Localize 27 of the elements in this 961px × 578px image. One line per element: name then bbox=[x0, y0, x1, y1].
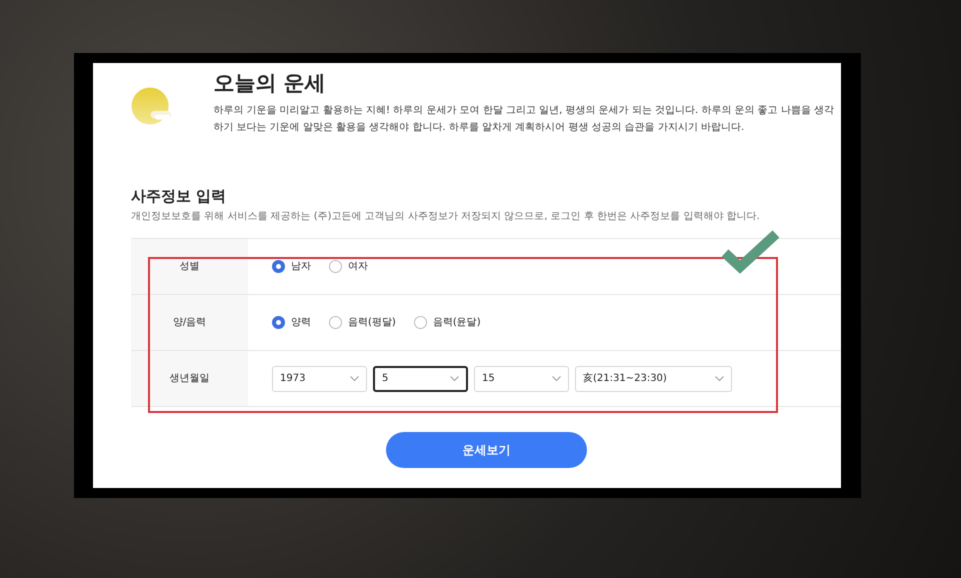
submit-button[interactable]: 운세보기 bbox=[386, 432, 587, 468]
radio-button[interactable] bbox=[272, 316, 285, 329]
section-title: 사주정보 입력 bbox=[131, 187, 228, 205]
field-label: 생년월일 bbox=[131, 351, 248, 406]
radio-button[interactable] bbox=[329, 260, 342, 273]
radio-label[interactable]: 양력 bbox=[291, 315, 311, 330]
checkmark-icon bbox=[722, 229, 780, 275]
chevron-down-icon bbox=[350, 376, 359, 381]
field-label: 양/음력 bbox=[131, 295, 248, 350]
dropdown[interactable]: 15 bbox=[474, 366, 569, 392]
chevron-down-icon bbox=[450, 376, 459, 381]
intro-text: 하루의 기운을 미리알고 활용하는 지혜! 하루의 운세가 모여 한달 그리고 일년, 평생의 운세가 되는 것입니다. 하루의 운의 좋고 나쁨을 생각하기 보다는 기운에 알맞은 활용을 생각해야 합니다. 하루를 알차게 계획하시어 평생 성공의 습관을 가지시기 바랍니다. bbox=[213, 104, 836, 136]
privacy-notice: 개인정보보호를 위해 서비스를 제공하는 (주)고든에 고객님의 사주정보가 저장되지 않으므로, 로그인 후 한번은 사주정보를 입력해야 합니다. bbox=[131, 210, 761, 224]
radio-label[interactable]: 음력(평달) bbox=[348, 315, 396, 330]
radio-button[interactable] bbox=[414, 316, 427, 329]
radio-label[interactable]: 여자 bbox=[348, 259, 368, 274]
radio-label[interactable]: 남자 bbox=[291, 259, 311, 274]
field-label: 성별 bbox=[131, 239, 248, 294]
dropdown[interactable]: 亥(21:31~23:30) bbox=[575, 366, 732, 392]
radio-button[interactable] bbox=[272, 260, 285, 273]
radio-button[interactable] bbox=[329, 316, 342, 329]
chevron-down-icon bbox=[552, 376, 561, 381]
dropdown[interactable]: 1973 bbox=[272, 366, 367, 392]
page-title: 오늘의 운세 bbox=[213, 71, 327, 96]
chevron-down-icon bbox=[715, 376, 724, 381]
dropdown[interactable]: 5 bbox=[373, 366, 468, 392]
radio-label[interactable]: 음력(윤달) bbox=[432, 315, 481, 330]
